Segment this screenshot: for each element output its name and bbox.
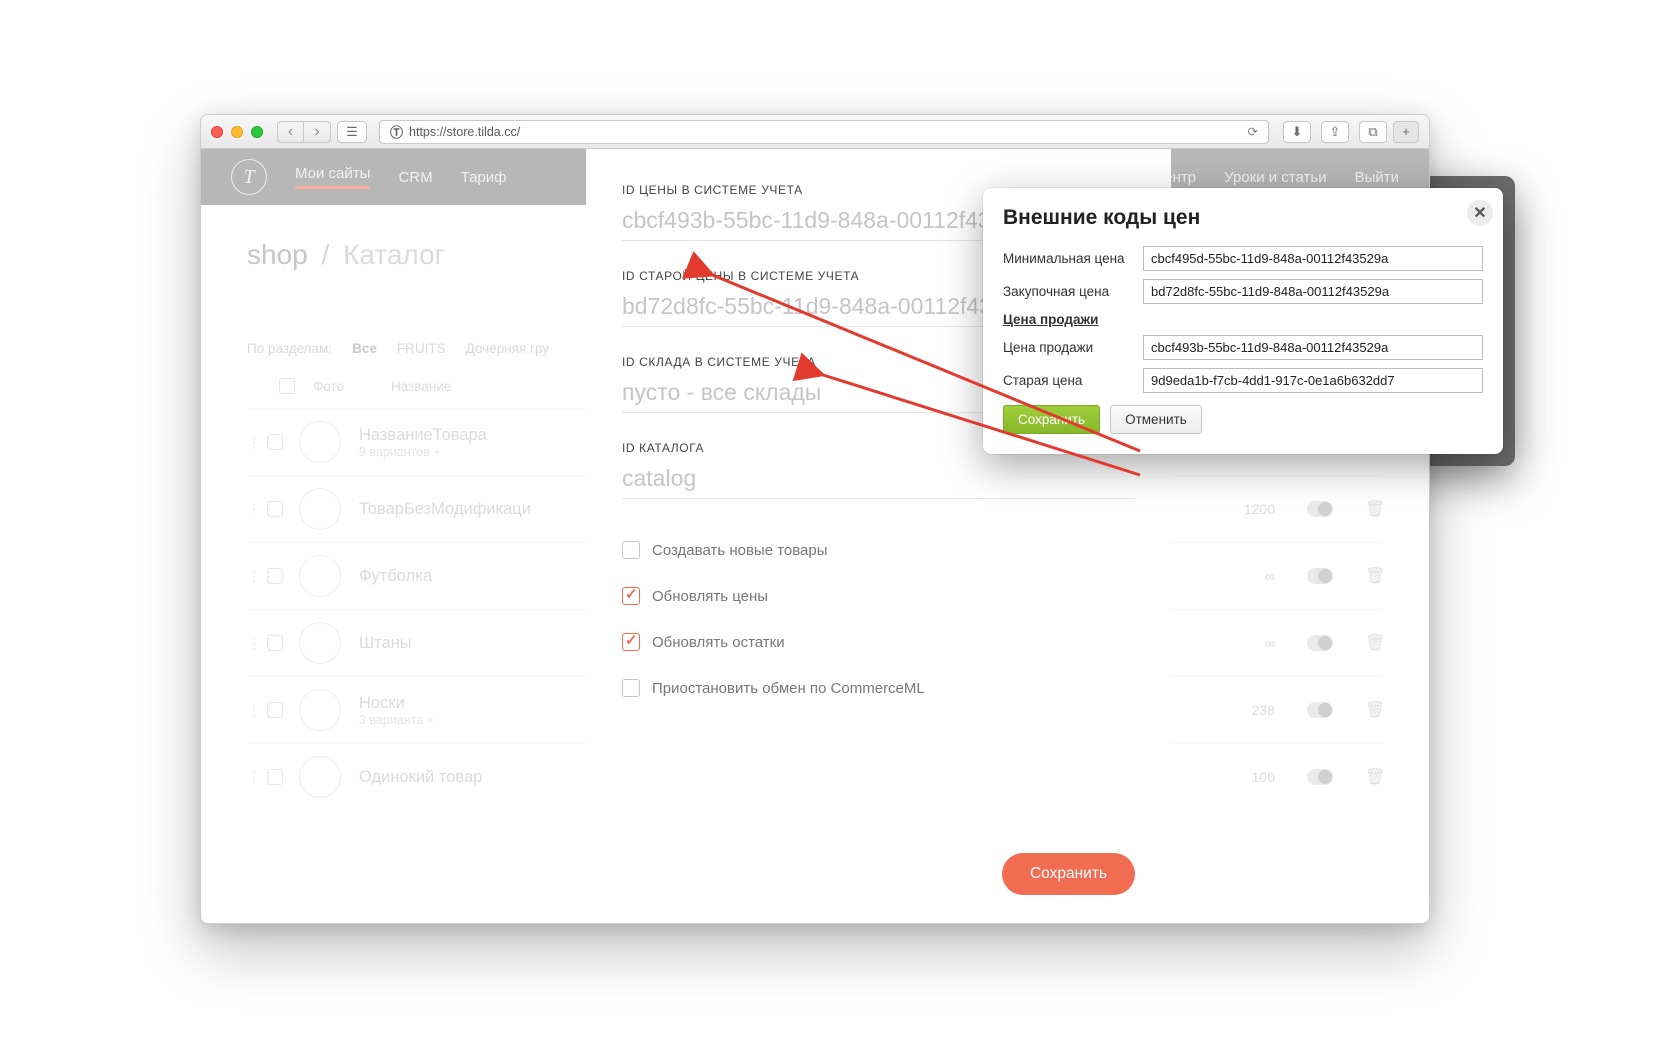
secure-badge-icon: Ⓣ [390, 122, 403, 141]
drag-handle-icon[interactable]: ⋮⋮ [247, 635, 261, 652]
filter-fruits[interactable]: FRUITS [397, 341, 446, 356]
product-name: НазваниеТовара [359, 426, 487, 445]
min-price-label: Минимальная цена [1003, 251, 1133, 266]
row-checkbox[interactable] [267, 568, 283, 584]
trash-icon[interactable]: 🗑 [1365, 566, 1383, 586]
dialog-title: Внешние коды цен [1003, 206, 1483, 230]
save-button[interactable]: Сохранить [1002, 853, 1135, 895]
trash-icon[interactable]: 🗑 [1365, 499, 1383, 519]
close-icon[interactable]: ✕ [1467, 200, 1493, 226]
product-name: ТоварБезМодификаци [359, 500, 531, 519]
trash-icon[interactable]: 🗑 [1365, 633, 1383, 653]
nav-tariff[interactable]: Тариф [461, 169, 507, 186]
th-photo: Фото [313, 379, 373, 394]
product-subtitle: 3 варианта + [359, 713, 434, 727]
filter-label: По разделам: [247, 341, 332, 356]
row-checkbox[interactable] [267, 769, 283, 785]
filter-child[interactable]: Дочерняя гру [466, 341, 549, 356]
nav-logout[interactable]: Выйти [1355, 169, 1399, 186]
trash-icon[interactable]: 🗑 [1365, 767, 1383, 787]
product-price: 100 [1211, 769, 1275, 785]
drag-handle-icon[interactable]: ⋮⋮ [247, 769, 261, 786]
check-update-stock-label: Обновлять остатки [652, 634, 785, 651]
nav-lessons[interactable]: Уроки и статьи [1224, 169, 1326, 186]
tilda-logo-icon[interactable]: T [231, 159, 267, 195]
row-checkbox[interactable] [267, 434, 283, 450]
buy-price-input[interactable] [1143, 279, 1483, 304]
check-create-new[interactable] [622, 541, 640, 559]
breadcrumb-shop[interactable]: shop [247, 239, 308, 270]
publish-toggle[interactable] [1307, 568, 1333, 584]
row-checkbox[interactable] [267, 501, 283, 517]
product-thumb [299, 622, 341, 664]
breadcrumb-page: Каталог [343, 239, 445, 270]
product-price: ∞ [1211, 635, 1275, 651]
drag-handle-icon[interactable]: ⋮⋮ [247, 501, 261, 518]
publish-toggle[interactable] [1307, 769, 1333, 785]
th-name: Название [391, 379, 451, 394]
trash-icon[interactable]: 🗑 [1365, 700, 1383, 720]
publish-toggle[interactable] [1307, 501, 1333, 517]
publish-toggle[interactable] [1307, 702, 1333, 718]
external-codes-dialog: ✕ Внешние коды цен Минимальная цена Заку… [983, 188, 1503, 454]
product-price: ∞ [1211, 568, 1275, 584]
product-name: Одинокий товар [359, 768, 482, 787]
buy-price-label: Закупочная цена [1003, 284, 1133, 299]
publish-toggle[interactable] [1307, 635, 1333, 651]
row-checkbox[interactable] [267, 635, 283, 651]
product-subtitle: 9 вариантов + [359, 445, 487, 459]
old-price-input[interactable] [1143, 368, 1483, 393]
new-tab-button[interactable]: + [1393, 121, 1419, 143]
product-thumb [299, 488, 341, 530]
dialog-cancel-button[interactable]: Отменить [1110, 405, 1202, 434]
sidebar-toggle-icon[interactable]: ☰ [337, 121, 367, 143]
check-update-prices-label: Обновлять цены [652, 588, 768, 605]
product-name: Носки [359, 694, 434, 713]
min-price-input[interactable] [1143, 246, 1483, 271]
product-name: Штаны [359, 634, 412, 653]
sale-price-input[interactable] [1143, 335, 1483, 360]
old-price-label: Старая цена [1003, 373, 1133, 388]
check-pause-exchange-label: Приостановить обмен по CommerceML [652, 680, 925, 697]
field-catalog-id-value[interactable]: catalog [622, 461, 1135, 499]
nav-crm[interactable]: CRM [398, 169, 432, 186]
sale-header: Цена продажи [1003, 312, 1133, 327]
browser-chrome: ‹ › ☰ Ⓣ https://store.tilda.cc/ ⟳ ⬇ ⇪ ⧉ … [201, 115, 1429, 149]
downloads-icon[interactable]: ⬇ [1283, 121, 1311, 143]
check-create-new-label: Создавать новые товары [652, 542, 828, 559]
drag-handle-icon[interactable]: ⋮⋮ [247, 568, 261, 585]
check-pause-exchange[interactable] [622, 679, 640, 697]
address-bar[interactable]: Ⓣ https://store.tilda.cc/ ⟳ [379, 120, 1269, 144]
product-name: Футболка [359, 567, 432, 586]
nav-back-button[interactable]: ‹ [278, 122, 304, 142]
share-icon[interactable]: ⇪ [1321, 121, 1349, 143]
product-price: 238 [1211, 702, 1275, 718]
product-price: 1200 [1211, 501, 1275, 517]
check-update-prices[interactable] [622, 587, 640, 605]
sale-price-label: Цена продажи [1003, 340, 1133, 355]
product-thumb [299, 555, 341, 597]
drag-handle-icon[interactable]: ⋮⋮ [247, 434, 261, 451]
product-thumb [299, 421, 341, 463]
dialog-save-button[interactable]: Сохранить [1003, 405, 1100, 434]
check-update-stock[interactable] [622, 633, 640, 651]
reload-icon[interactable]: ⟳ [1248, 124, 1258, 139]
nav-forward-button[interactable]: › [304, 122, 330, 142]
window-zoom-icon[interactable] [251, 126, 263, 138]
window-close-icon[interactable] [211, 126, 223, 138]
product-thumb [299, 689, 341, 731]
drag-handle-icon[interactable]: ⋮⋮ [247, 702, 261, 719]
product-thumb [299, 756, 341, 798]
url-text: https://store.tilda.cc/ [409, 125, 520, 139]
tabs-icon[interactable]: ⧉ [1359, 121, 1387, 143]
row-checkbox[interactable] [267, 702, 283, 718]
nav-my-sites[interactable]: Мои сайты [295, 165, 370, 189]
filter-all[interactable]: Все [352, 341, 377, 356]
select-all-checkbox[interactable] [279, 378, 295, 394]
window-minimize-icon[interactable] [231, 126, 243, 138]
